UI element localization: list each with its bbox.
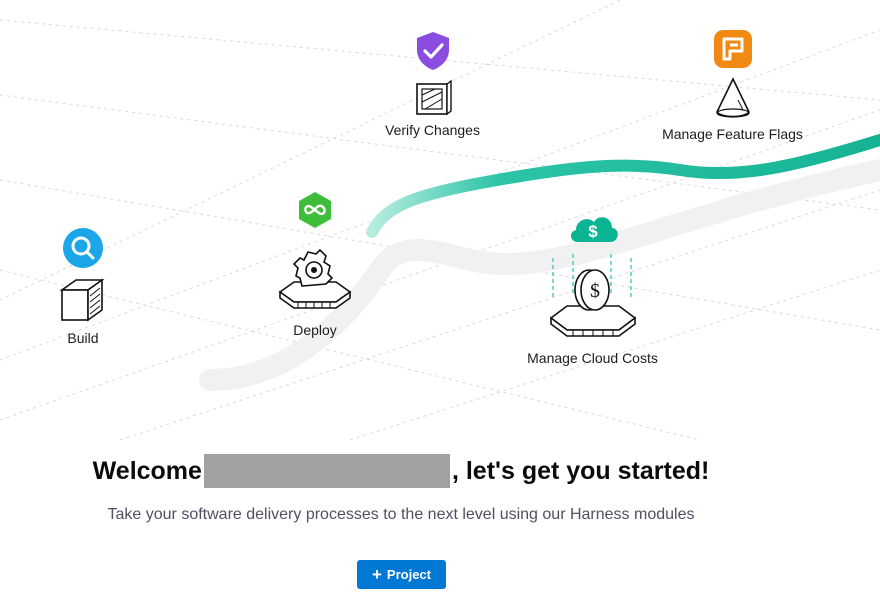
- project-button-label: Project: [386, 567, 431, 582]
- svg-text:$: $: [590, 280, 600, 302]
- crate-sketch-icon: [415, 79, 452, 116]
- flag-icon: [713, 30, 752, 68]
- welcome-subtitle: Take your software delivery processes to…: [107, 506, 695, 523]
- add-project-button[interactable]: + Project: [357, 560, 446, 589]
- module-manage-feature-flags: Manage Feature Flags: [650, 28, 815, 142]
- module-label-deploy: Deploy: [293, 322, 337, 338]
- module-label-manage-feature-flags: Manage Feature Flags: [662, 126, 803, 142]
- module-label-manage-cloud-costs: Manage Cloud Costs: [527, 350, 658, 366]
- module-build: Build: [48, 226, 118, 346]
- svg-text:$: $: [588, 222, 598, 241]
- redacted-username: [203, 454, 450, 488]
- welcome-prefix: Welcome: [92, 456, 202, 485]
- box-sketch-icon: [59, 278, 105, 322]
- plus-icon: +: [371, 564, 382, 584]
- gear-platform-sketch-icon: [278, 248, 352, 309]
- module-verify-changes: Verify Changes: [375, 30, 490, 138]
- welcome-heading: Welcome , let's get you started!: [0, 454, 802, 488]
- welcome-suffix: , let's get you started!: [451, 456, 710, 485]
- module-deploy: Deploy: [270, 190, 360, 338]
- search-icon: [63, 228, 103, 268]
- module-label-verify-changes: Verify Changes: [385, 122, 480, 138]
- module-label-build: Build: [67, 330, 99, 346]
- coin-platform-sketch-icon: $: [549, 254, 636, 337]
- module-manage-cloud-costs: $ $ Manage Cloud Costs: [515, 208, 670, 366]
- infinity-loop-icon: [299, 192, 331, 228]
- shield-check-icon: [416, 32, 449, 70]
- cloud-dollar-icon: $: [570, 217, 618, 242]
- cone-sketch-icon: [715, 77, 750, 118]
